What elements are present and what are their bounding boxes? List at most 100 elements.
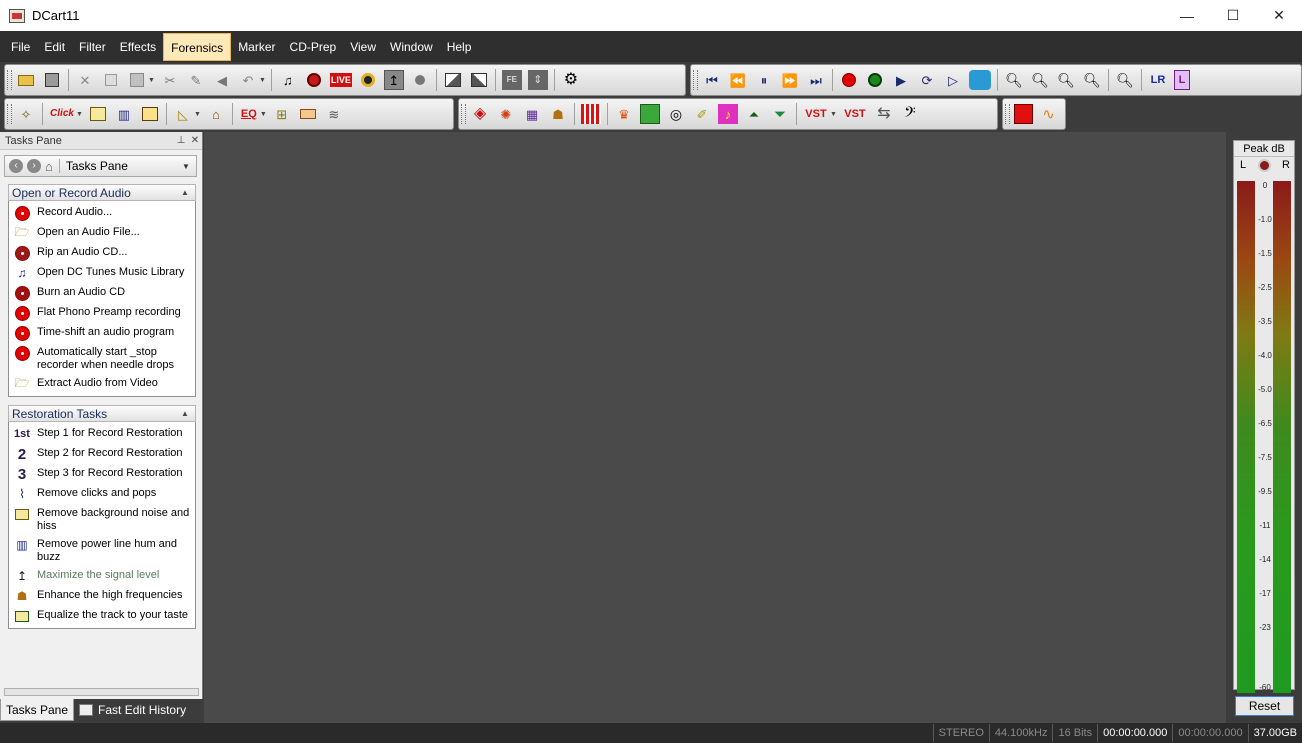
menu-filter[interactable]: Filter [72,33,113,61]
fast-forward-icon[interactable]: ⏩ [780,70,800,90]
live-icon[interactable]: LIVE [329,73,352,87]
effect-brush-icon[interactable]: ✐ [692,104,712,124]
paste-icon[interactable] [127,70,147,90]
vst-icon[interactable]: VST [803,104,829,124]
filter-wizard-icon[interactable]: ✧ [16,104,36,124]
minimize-button[interactable]: — [1164,0,1210,31]
menu-file[interactable]: File [4,33,37,61]
close-pane-icon[interactable]: ✕ [188,135,202,146]
effect-triangle-icon[interactable]: ⏶ [744,104,764,124]
cloud-play-icon[interactable] [969,70,991,90]
fade-in-icon[interactable] [443,70,463,90]
fe-icon[interactable]: FE [501,70,522,90]
skip-start-icon[interactable]: ⏮ [702,70,722,90]
menu-view[interactable]: View [343,33,383,61]
task-open-dc-tunes[interactable]: ♫ Open DC Tunes Music Library [9,263,195,283]
task-remove-hum[interactable]: ▥ Remove power line hum and buzz [9,535,195,566]
menu-cd-prep[interactable]: CD-Prep [283,33,344,61]
eq-dropdown-icon[interactable]: ▼ [260,111,267,118]
vst-chain-icon[interactable]: VST [842,104,868,124]
lr-channel-icon[interactable]: LR [1148,70,1168,90]
open-file-icon[interactable] [16,70,36,90]
undo-dropdown-icon[interactable]: ▼ [259,77,266,84]
paste-dropdown-icon[interactable]: ▼ [148,77,155,84]
zoom-full-icon[interactable]: 🔍︎ [1082,70,1102,90]
click-filter-icon[interactable]: Click [49,104,75,124]
zoom-out-icon[interactable]: 🔍︎ [1030,70,1050,90]
bass-clef-icon[interactable]: 𝄢 [900,104,920,124]
task-auto-start-stop[interactable]: Automatically start _stop recorder when … [9,343,195,374]
task-equalize[interactable]: Equalize the track to your taste [9,606,195,626]
collapse-icon[interactable]: ▲ [181,409,195,418]
eq-icon[interactable]: EQ [239,104,259,124]
tab-fast-edit-history[interactable]: Fast Edit History [74,699,191,721]
vst-dropdown-icon[interactable]: ▼ [830,111,837,118]
settings-gear-icon[interactable]: ⚙ [561,70,581,90]
effect-bars-icon[interactable] [581,104,601,124]
fade-out-icon[interactable] [469,70,489,90]
mute-icon[interactable]: ◀ [212,70,232,90]
graph-eq-icon[interactable]: ⊞ [272,104,292,124]
effect-robot-icon[interactable]: ☗ [548,104,568,124]
task-rip-cd[interactable]: Rip an Audio CD... [9,243,195,263]
effect-music-box-icon[interactable]: ♪ [718,104,738,124]
task-burn-cd[interactable]: Burn an Audio CD [9,283,195,303]
undo-icon[interactable]: ↶ [238,70,258,90]
effect-burst-icon[interactable]: ✺ [496,104,516,124]
music-library-icon[interactable]: ♫ [278,70,298,90]
section-header[interactable]: Open or Record Audio ▲ [8,184,196,201]
rewind-icon[interactable]: ⏪ [728,70,748,90]
effect-cup-icon[interactable]: ♛ [614,104,634,124]
task-step-3[interactable]: 3 Step 3 for Record Restoration [9,464,195,484]
effect-clock-icon[interactable]: ◎ [666,104,686,124]
task-step-1[interactable]: 1st Step 1 for Record Restoration [9,424,195,444]
play-icon[interactable]: ▶ [891,70,911,90]
menu-help[interactable]: Help [440,33,479,61]
disc-icon[interactable] [410,70,430,90]
back-icon[interactable]: ‹ [9,159,23,173]
task-flat-phono[interactable]: Flat Phono Preamp recording [9,303,195,323]
copy-icon[interactable] [101,70,121,90]
zoom-in-icon[interactable]: 🔍︎ [1004,70,1024,90]
eq-curve-icon[interactable]: ◺ [173,104,193,124]
task-record-audio[interactable]: Record Audio... [9,203,195,223]
wind-filter-icon[interactable]: ≋ [324,104,344,124]
square-wave-icon[interactable] [1014,104,1034,124]
tasks-scroll-area[interactable]: Open or Record Audio ▲ Record Audio... 🗁… [4,182,199,690]
crop-icon[interactable]: ✂ [160,70,180,90]
chevron-down-icon[interactable]: ▼ [182,162,196,171]
loop-play-icon[interactable]: ⟳ [917,70,937,90]
hum-filter-icon[interactable]: ▥ [114,104,134,124]
stop-icon[interactable] [865,70,885,90]
normalize-icon[interactable]: ⇕ [527,70,548,90]
workspace-area[interactable] [204,132,1226,723]
left-channel-icon[interactable]: L [1174,70,1190,90]
maximize-button[interactable]: ☐ [1210,0,1256,31]
effect-chart-icon[interactable] [640,104,660,124]
collapse-icon[interactable]: ▲ [181,188,195,197]
cd-icon[interactable] [358,70,378,90]
task-remove-noise[interactable]: Remove background noise and hiss [9,504,195,535]
pause-icon[interactable]: ⏸ [754,70,774,90]
pin-icon[interactable]: ⊥ [174,135,188,146]
forward-icon[interactable]: › [27,159,41,173]
swap-icon[interactable]: ⇆ [874,104,894,124]
eq-curve-dropdown-icon[interactable]: ▼ [194,111,201,118]
menu-window[interactable]: Window [383,33,440,61]
click-dropdown-icon[interactable]: ▼ [76,111,83,118]
cut-icon[interactable]: ✕ [75,70,95,90]
play-range-icon[interactable]: ▷ [943,70,963,90]
task-extract-video[interactable]: 🗁 Extract Audio from Video [9,374,195,394]
task-step-2[interactable]: 2 Step 2 for Record Restoration [9,444,195,464]
menu-marker[interactable]: Marker [231,33,282,61]
menu-edit[interactable]: Edit [37,33,72,61]
tasks-pane-selector[interactable]: Tasks Pane [58,159,182,173]
record-button-icon[interactable] [839,70,859,90]
task-enhance-high[interactable]: ☗ Enhance the high frequencies [9,586,195,606]
task-maximize-level[interactable]: ↥ Maximize the signal level [9,566,195,586]
home-icon[interactable]: ⌂ [45,159,53,174]
menu-effects[interactable]: Effects [113,33,163,61]
tab-tasks-pane[interactable]: Tasks Pane [0,699,75,721]
bandpass-icon[interactable]: ⌂ [206,104,226,124]
peak-hold-indicator-icon[interactable] [1258,159,1271,172]
